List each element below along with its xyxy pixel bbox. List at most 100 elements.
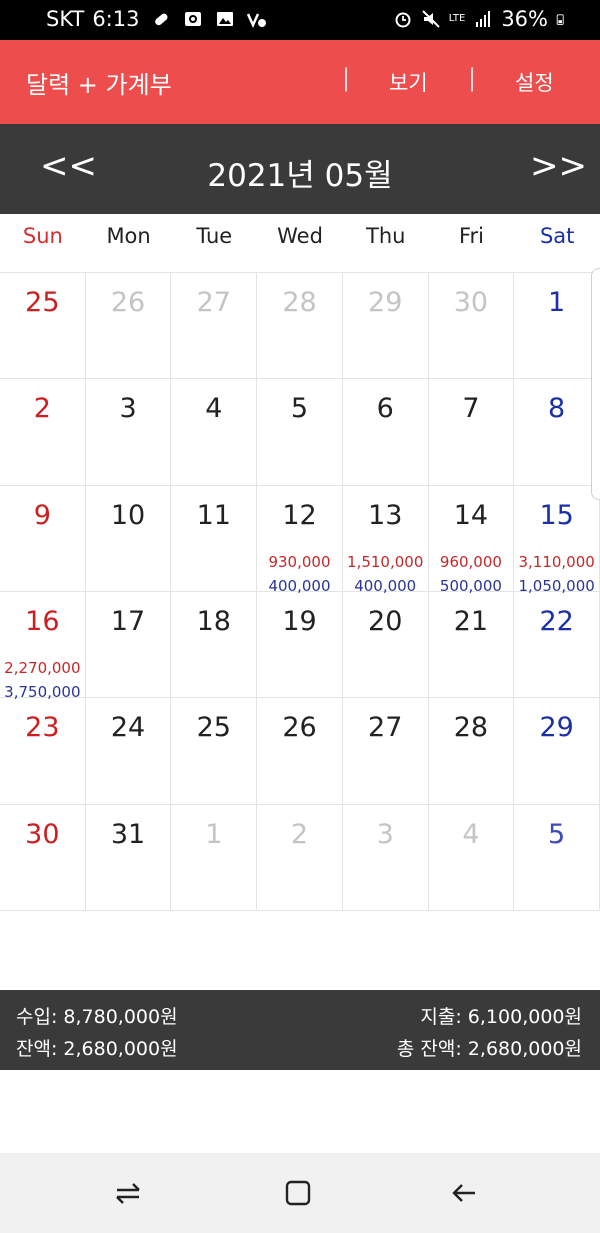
calendar-day-cell[interactable]: 26 — [85, 273, 172, 380]
calendar-day-cell[interactable]: 30 — [428, 273, 515, 380]
calendar-day-cell[interactable]: 6 — [342, 379, 429, 486]
lte-icon: LTE — [448, 13, 466, 24]
calendar-day-cell[interactable]: 24 — [85, 698, 172, 805]
battery-icon — [556, 14, 564, 25]
settings-menu-button[interactable]: 설정 — [515, 67, 554, 97]
calendar-day-cell[interactable]: 18 — [171, 592, 258, 699]
day-number: 23 — [25, 712, 60, 744]
day-income: 1,510,000 — [347, 552, 424, 571]
home-icon — [285, 1180, 311, 1206]
day-number: 19 — [282, 606, 317, 637]
summary-bar: 수입: 8,780,000원 지출: 6,100,000원 잔액: 2,680,… — [0, 990, 600, 1070]
alarm-icon — [395, 12, 411, 28]
calendar-day-cell[interactable]: 9 — [0, 485, 86, 592]
calendar-day-cell[interactable]: 31 — [85, 804, 172, 911]
recent-apps-button[interactable] — [108, 1173, 148, 1213]
calendar-day-cell[interactable]: 1 — [514, 273, 600, 380]
day-number: 26 — [110, 287, 146, 318]
day-number: 6 — [376, 393, 394, 425]
calendar-grid: 25 26 27 28 29 30 1 2 3 4 5 6 7 8 9 10 11 12 930,000 400,00… — [0, 272, 600, 911]
calendar-day-cell[interactable]: 7 — [428, 379, 515, 486]
status-left: SKT 6:13 — [46, 7, 267, 31]
income-total: 수입: 8,780,000원 — [16, 1006, 178, 1028]
balance-total: 잔액: 2,680,000원 — [16, 1038, 178, 1060]
day-number: 18 — [196, 606, 231, 637]
calendar-day-cell[interactable]: 2 — [0, 379, 86, 486]
calendar-day-cell[interactable]: 26 — [257, 698, 343, 805]
next-month-button[interactable]: >> — [530, 146, 587, 186]
scroll-handle[interactable] — [591, 268, 600, 500]
day-number: 1 — [548, 287, 566, 318]
day-number: 7 — [462, 393, 480, 425]
day-number: 11 — [196, 499, 231, 531]
weekday-tue: Tue — [196, 224, 233, 248]
day-number: 20 — [368, 606, 403, 637]
calendar-day-cell[interactable]: 16 2,270,000 3,750,000 — [0, 592, 86, 701]
home-button[interactable] — [278, 1173, 318, 1213]
app-bar: 달력 + 가계부 | 보기 | 설정 — [0, 40, 600, 124]
pill-icon — [155, 13, 168, 26]
calendar-day-cell[interactable]: 2 — [257, 804, 343, 911]
day-number: 4 — [205, 393, 223, 425]
calendar-day-cell[interactable]: 5 — [257, 379, 343, 486]
weekday-row: Sun Mon Tue Wed Thu Fri Sat — [0, 214, 600, 258]
calendar-day-cell[interactable]: 25 — [0, 273, 86, 380]
calendar-day-cell[interactable]: 12 930,000 400,000 — [257, 485, 343, 595]
day-number: 31 — [110, 818, 146, 850]
day-income: 3,110,000 — [518, 552, 595, 571]
status-right: LTE 36% — [393, 7, 568, 31]
calendar-day-cell[interactable]: 4 — [428, 804, 515, 911]
calendar-day-cell[interactable]: 27 — [171, 273, 258, 380]
day-number: 5 — [290, 393, 309, 425]
weekday-sun: Sun — [22, 224, 63, 248]
day-number: 27 — [196, 287, 231, 318]
calendar-day-cell[interactable]: 15 3,110,000 1,050,000 — [514, 485, 600, 595]
calendar-day-cell[interactable]: 1 — [171, 804, 258, 911]
calendar-day-cell[interactable]: 21 — [428, 592, 515, 699]
app-title: 달력 + 가계부 — [26, 71, 172, 99]
calendar-day-cell[interactable]: 3 — [342, 804, 429, 911]
calendar-day-cell[interactable]: 29 — [514, 698, 600, 805]
calendar-day-cell[interactable]: 5 — [514, 804, 600, 911]
grand-balance-total: 총 잔액: 2,680,000원 — [396, 1038, 582, 1060]
calendar-day-cell[interactable]: 17 — [85, 592, 172, 699]
calendar-day-cell[interactable]: 23 — [0, 698, 86, 805]
menu-separator: | — [342, 64, 351, 92]
calendar-day-cell[interactable]: 8 — [514, 379, 600, 486]
day-number: 3 — [376, 818, 394, 850]
day-number: 2 — [33, 393, 51, 425]
menu-separator: | — [468, 64, 477, 92]
back-button[interactable] — [444, 1173, 484, 1213]
calendar-day-cell[interactable]: 28 — [257, 273, 343, 380]
calendar-day-cell[interactable]: 14 960,000 500,000 — [428, 485, 515, 595]
day-number: 10 — [110, 499, 146, 531]
day-number: 17 — [110, 606, 146, 637]
calendar-day-cell[interactable]: 3 — [85, 379, 172, 486]
weekday-fri: Fri — [458, 224, 484, 248]
day-number: 5 — [548, 818, 566, 850]
calendar-day-cell[interactable]: 11 — [171, 485, 258, 592]
mute-icon — [421, 10, 440, 28]
day-number: 8 — [548, 393, 566, 425]
month-header: << 2021년 05월 >> — [0, 124, 600, 214]
calendar-day-cell[interactable]: 19 — [257, 592, 343, 699]
calendar-day-cell[interactable]: 25 — [171, 698, 258, 805]
day-number: 2 — [290, 818, 309, 850]
clock-text: 6:13 — [92, 7, 140, 31]
calendar-day-cell[interactable]: 20 — [342, 592, 429, 699]
day-number: 15 — [539, 499, 574, 531]
calendar-day-cell[interactable]: 22 — [514, 592, 600, 699]
weekday-sat: Sat — [539, 224, 575, 248]
calendar-day-cell[interactable]: 10 — [85, 485, 172, 592]
day-number: 27 — [368, 712, 403, 744]
calendar-day-cell[interactable]: 30 — [0, 804, 86, 911]
calendar-day-cell[interactable]: 28 — [428, 698, 515, 805]
system-nav-bar — [0, 1153, 600, 1233]
calendar-day-cell[interactable]: 13 1,510,000 400,000 — [342, 485, 429, 595]
calendar-day-cell[interactable]: 4 — [171, 379, 258, 486]
calendar-day-cell[interactable]: 29 — [342, 273, 429, 380]
day-number: 25 — [25, 287, 60, 318]
view-menu-button[interactable]: 보기 — [389, 67, 428, 97]
calendar-day-cell[interactable]: 27 — [342, 698, 429, 805]
day-number: 29 — [368, 287, 403, 318]
